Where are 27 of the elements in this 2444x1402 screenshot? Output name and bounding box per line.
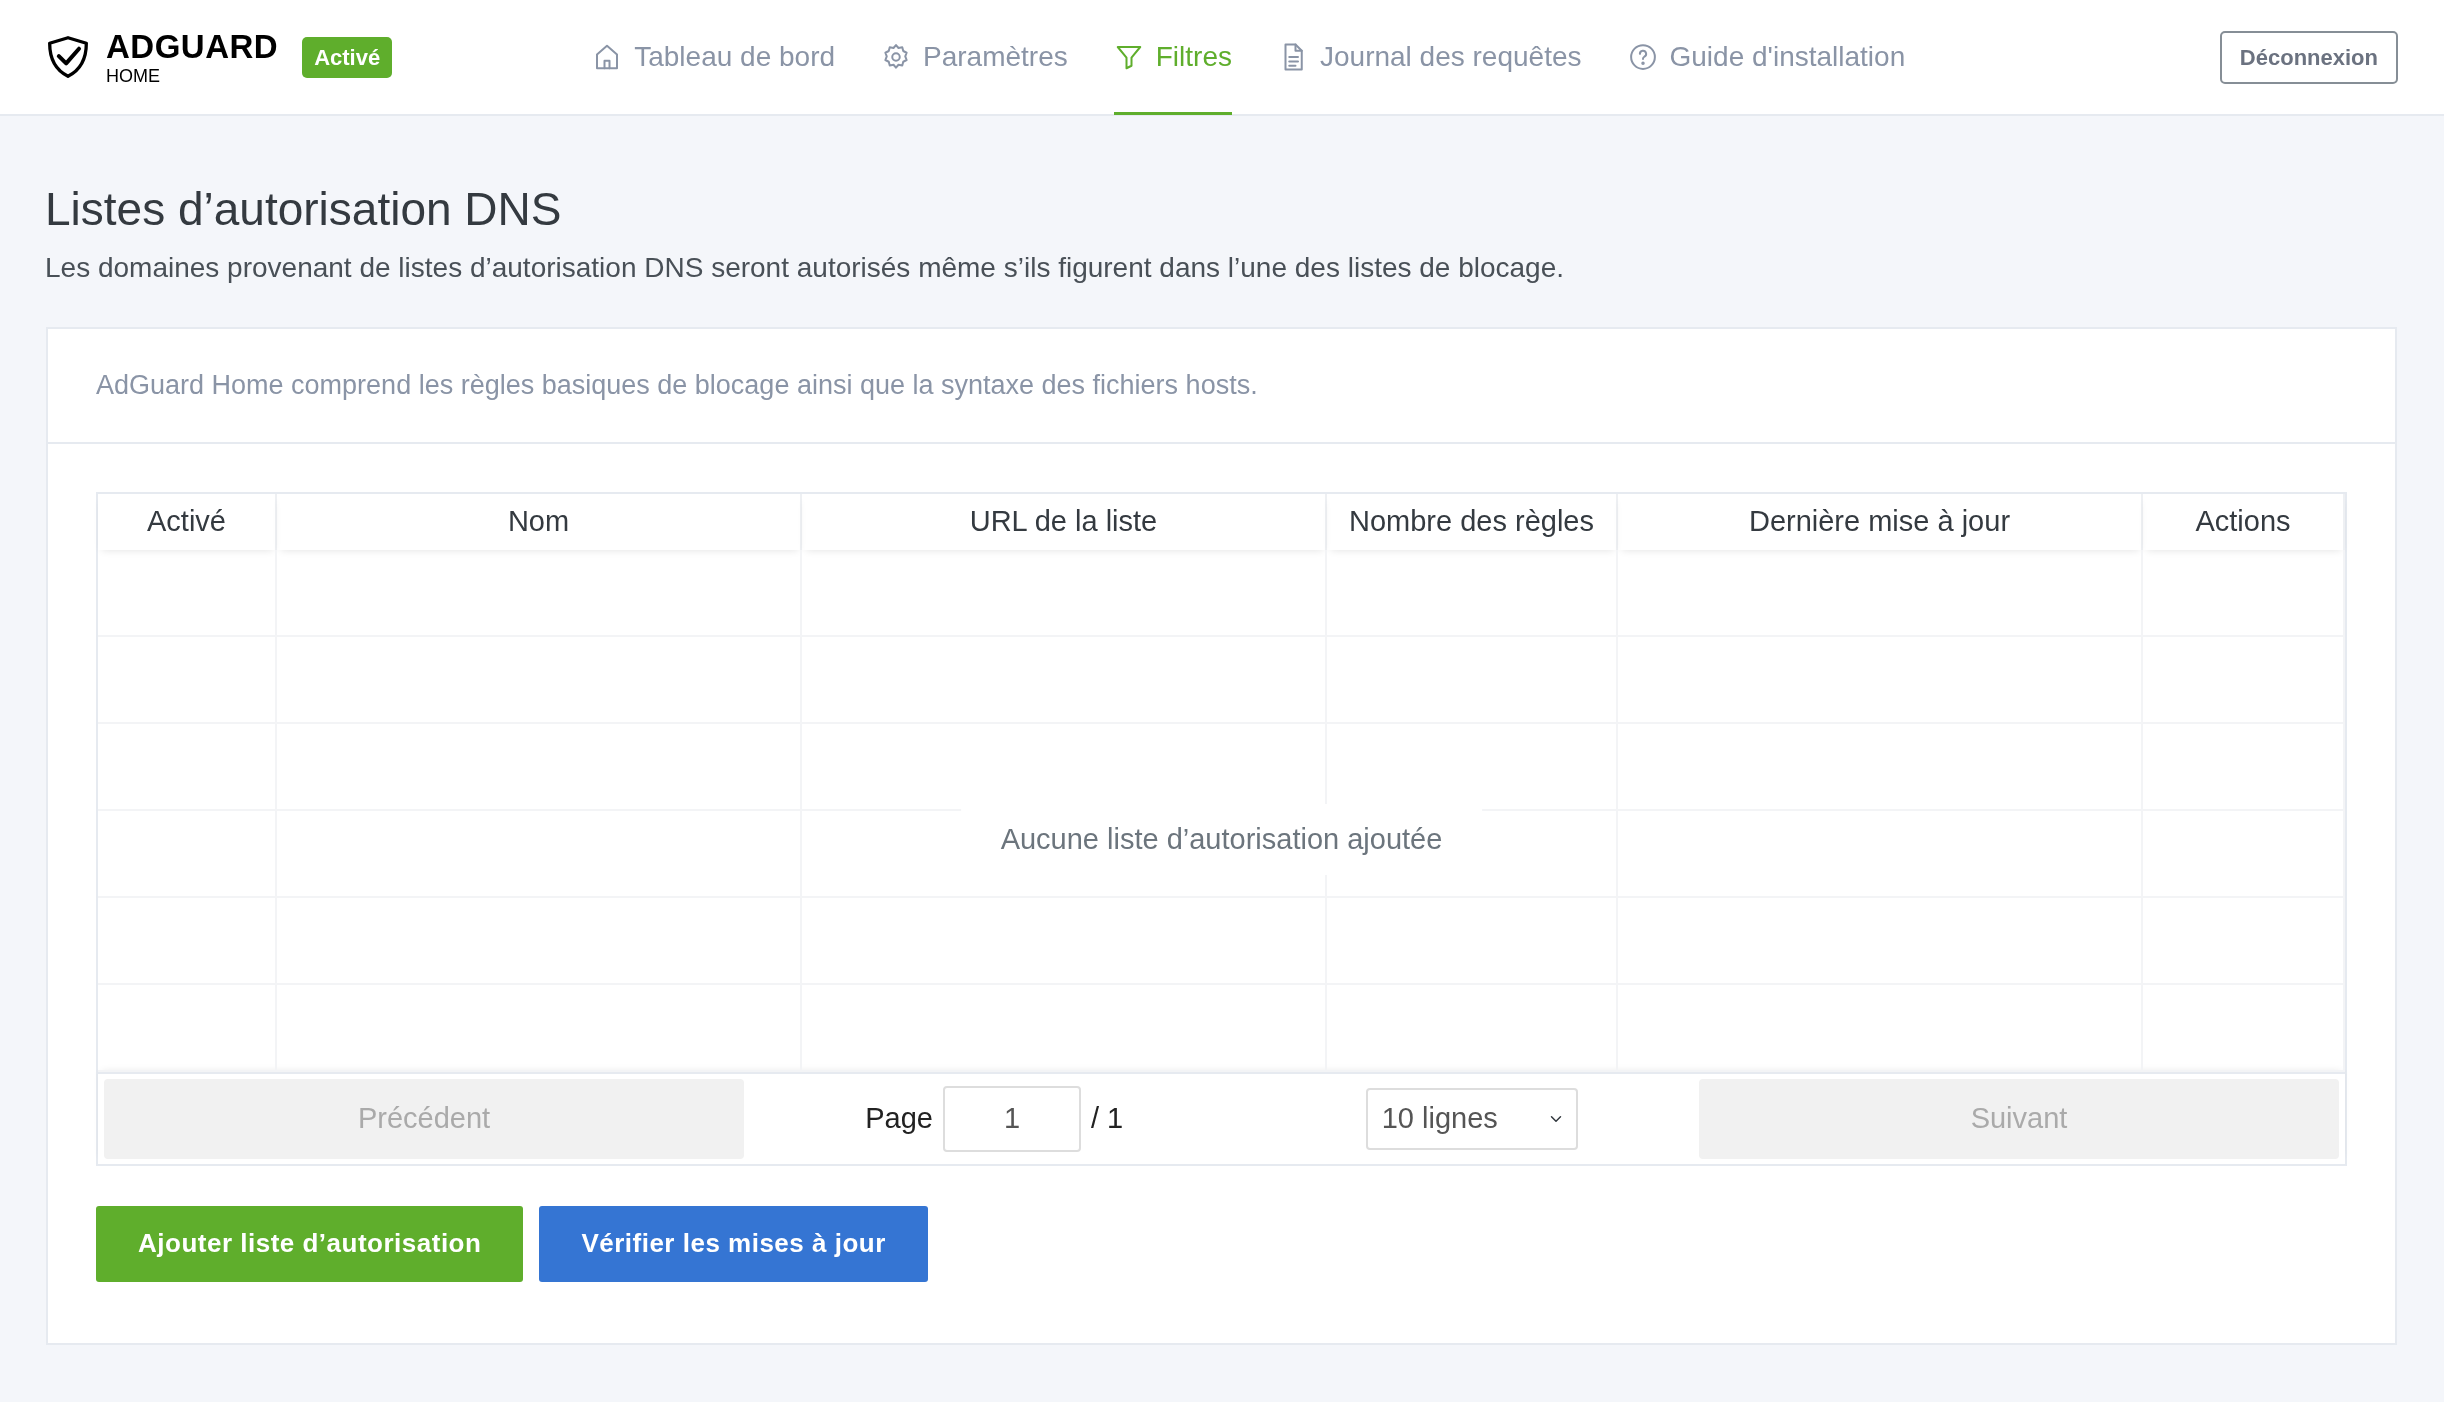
action-button[interactable]: Ajouter liste d’autorisation — [96, 1205, 524, 1282]
nav-tab[interactable]: Paramètres — [881, 0, 1068, 115]
column-header: Nombre des règles — [1327, 493, 1618, 550]
nav-tab[interactable]: Filtres — [1113, 0, 1232, 115]
nav-tab[interactable]: Journal des requêtes — [1278, 0, 1582, 115]
column-header: Dernière mise à jour — [1618, 493, 2143, 550]
card-hint: AdGuard Home comprend les règles basiques de blocage ainsi que la syntaxe des fichiers hosts. — [48, 329, 2395, 444]
nav-tab[interactable]: Guide d'installation — [1627, 0, 1906, 115]
rows-per-page-select[interactable]: 10 lignes — [1365, 1087, 1578, 1150]
column-header: URL de la liste — [802, 493, 1327, 550]
column-header: Nom — [277, 493, 802, 550]
action-button[interactable]: Vérifier les mises à jour — [539, 1205, 928, 1282]
help-icon — [1627, 42, 1658, 72]
column-header: Activé — [98, 493, 277, 550]
column-header: Actions — [2143, 493, 2345, 550]
shield-check-logo-icon — [46, 35, 90, 79]
logout-button[interactable]: Déconnexion — [2219, 30, 2398, 84]
brand-subtitle: HOME — [106, 66, 161, 85]
page-description: Les domaines provenant de listes d’autorisation DNS seront autorisés même s’ils figurent dans l’une des listes de blocage. — [45, 251, 1566, 286]
page-total: / 1 — [1091, 1100, 1124, 1136]
status-badge: Activé — [302, 36, 393, 78]
page-title: Listes d’autorisation DNS — [45, 182, 563, 237]
page-number-field[interactable]: 1 — [943, 1085, 1081, 1152]
brand-name: ADGUARD — [106, 29, 279, 63]
nav-tab[interactable]: Tableau de bord — [592, 0, 836, 115]
empty-message: Aucune liste d’autorisation ajoutée — [960, 803, 1483, 876]
page-label: Page — [865, 1100, 933, 1136]
